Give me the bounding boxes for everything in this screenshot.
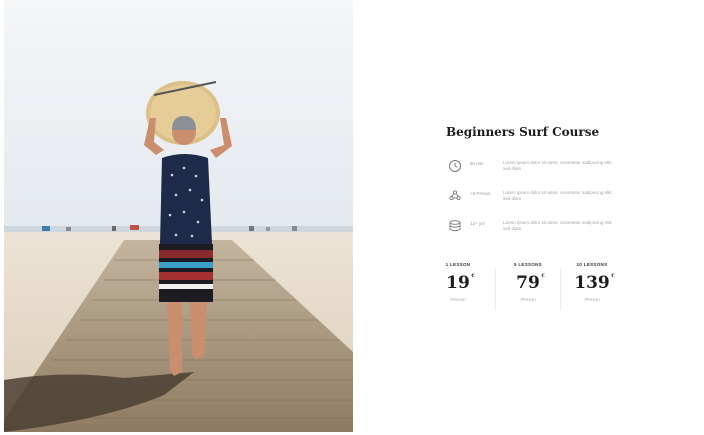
price-divider	[495, 268, 496, 310]
feature-description: Lorem ipsum dolor sit amet, consetetur s…	[503, 190, 613, 201]
price-unit: /Person	[584, 297, 600, 302]
people-icon	[449, 190, 461, 201]
course-title: Beginners Surf Course	[446, 125, 600, 139]
price-label: 5 LESSONS	[514, 262, 542, 267]
feature-age: 12+ yrs Lorem ipsum dolor sit amet, cons…	[448, 218, 618, 248]
price-unit: /Person	[520, 297, 536, 302]
currency-symbol: €	[611, 273, 615, 279]
feature-label: 90 min	[470, 161, 484, 166]
surfer-image	[4, 0, 353, 432]
feature-label: 12+ yrs	[470, 221, 485, 226]
price-value: 79 €	[516, 273, 545, 293]
price-option-10-lessons[interactable]: 10 LESSONS 139 € /Person	[562, 262, 622, 302]
feature-duration: 90 min Lorem ipsum dolor sit amet, conse…	[448, 158, 618, 188]
price-value: 19 €	[446, 273, 475, 293]
price-unit: /Person	[450, 297, 466, 302]
price-divider	[560, 268, 561, 310]
hero-photo	[4, 0, 353, 432]
price-label: 10 LESSONS	[576, 262, 608, 267]
feature-description: Lorem ipsum dolor sit amet, consetetur s…	[503, 220, 613, 231]
layers-icon	[449, 220, 461, 232]
clock-icon	[449, 160, 461, 172]
price-value: 139 €	[574, 273, 615, 293]
feature-label: +8 Person	[470, 191, 491, 196]
feature-group-size: +8 Person Lorem ipsum dolor sit amet, co…	[448, 188, 618, 218]
price-option-1-lesson[interactable]: 1 LESSON 19 € /Person	[428, 262, 488, 302]
feature-description: Lorem ipsum dolor sit amet, consetetur s…	[503, 160, 613, 171]
pricing-options: 1 LESSON 19 € /Person 5 LESSONS 79 € /Pers…	[428, 262, 628, 322]
course-panel: Beginners Surf Course 90 min Lorem ipsum…	[353, 0, 704, 435]
currency-symbol: €	[541, 273, 545, 279]
course-features: 90 min Lorem ipsum dolor sit amet, conse…	[448, 158, 618, 248]
price-option-5-lessons[interactable]: 5 LESSONS 79 € /Person	[498, 262, 558, 302]
price-label: 1 LESSON	[445, 262, 471, 267]
currency-symbol: €	[471, 273, 475, 279]
